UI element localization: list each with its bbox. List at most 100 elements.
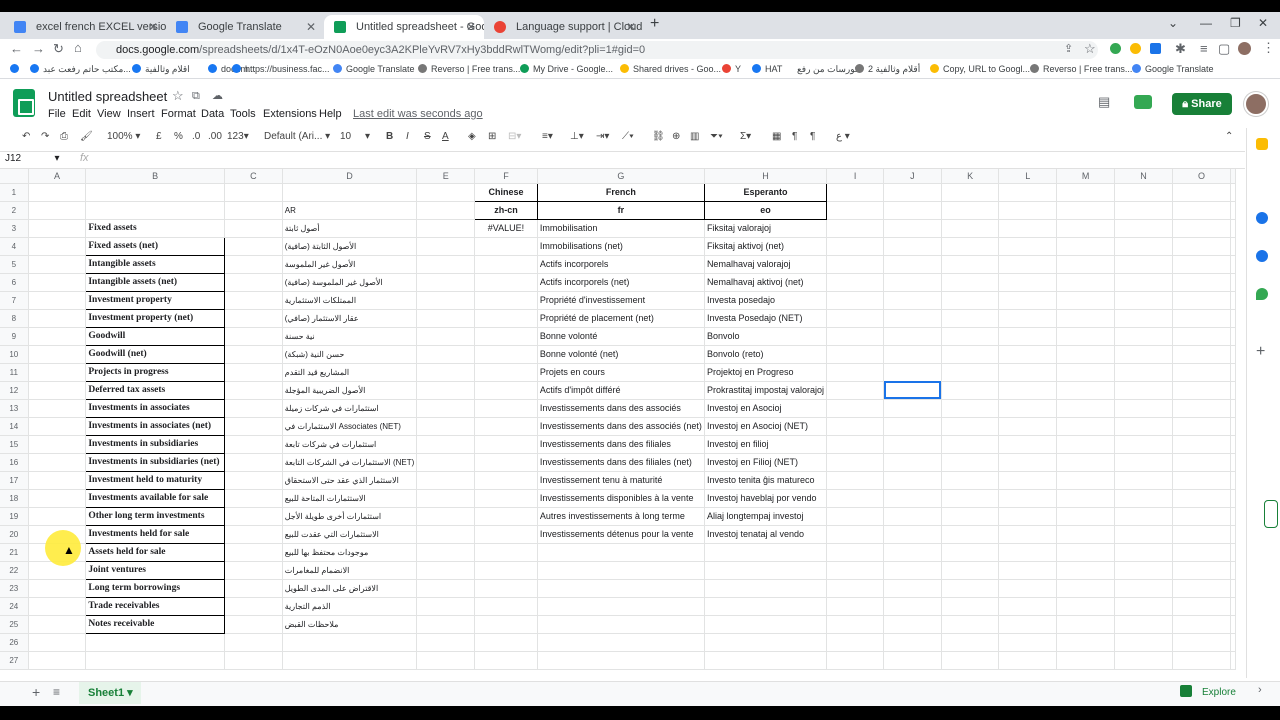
cell-f3[interactable]: #VALUE! — [474, 219, 538, 238]
cell-b9[interactable]: Goodwill — [85, 326, 225, 346]
row-header[interactable]: 5 — [0, 255, 29, 274]
cell-b5[interactable]: Intangible assets — [85, 254, 225, 274]
row-header[interactable]: 7 — [0, 291, 29, 310]
cell-i27[interactable] — [826, 651, 885, 670]
cell-f12[interactable] — [474, 381, 538, 400]
cell-b21[interactable]: Assets held for sale — [85, 542, 225, 562]
cell-g21[interactable] — [537, 543, 705, 562]
cell-b10[interactable]: Goodwill (net) — [85, 344, 225, 364]
cell-d2[interactable]: AR — [282, 201, 418, 220]
cell-n17[interactable] — [1114, 471, 1173, 490]
row-header[interactable]: 1 — [0, 183, 29, 202]
cell-d17[interactable]: الاستثمار الذي عقد حتى الاستحقاق — [282, 471, 418, 490]
cell-n24[interactable] — [1114, 597, 1173, 616]
cell-m28[interactable] — [1056, 669, 1116, 670]
cell-k23[interactable] — [941, 579, 1000, 598]
meet-icon[interactable] — [1134, 95, 1152, 109]
cell-k13[interactable] — [941, 399, 1000, 418]
cell-o8[interactable] — [1172, 309, 1232, 328]
cell-c21[interactable] — [224, 543, 283, 562]
comments-icon[interactable]: ▤ — [1098, 94, 1110, 110]
vertical-align-icon[interactable]: ⊥▾ — [570, 131, 584, 142]
cell-m14[interactable] — [1056, 417, 1116, 436]
cell-j15[interactable] — [883, 435, 942, 454]
cell-n25[interactable] — [1114, 615, 1173, 634]
cell-k5[interactable] — [941, 255, 1000, 274]
address-bar[interactable]: docs.google.com/spreadsheets/d/1x4T-eOzN… — [96, 41, 1098, 59]
cell-i8[interactable] — [826, 309, 885, 328]
cell-n28[interactable] — [1114, 669, 1173, 670]
extension-icon[interactable] — [1130, 43, 1141, 54]
cell-k10[interactable] — [941, 345, 1000, 364]
last-edit-link[interactable]: Last edit was seconds ago — [353, 108, 483, 120]
new-tab-button[interactable]: + — [650, 15, 659, 33]
cell-o14[interactable] — [1172, 417, 1232, 436]
contacts-icon[interactable] — [1256, 250, 1268, 262]
cell-d14[interactable]: الاستثمارات في Associates (NET) — [282, 417, 418, 436]
cell-l16[interactable] — [998, 453, 1058, 472]
cell-n5[interactable] — [1114, 255, 1173, 274]
cell-e26[interactable] — [416, 633, 476, 652]
bookmark-item[interactable]: Reverso | Free trans... — [1030, 64, 1132, 74]
paint-format-icon[interactable]: 🖌︎ — [80, 131, 93, 142]
cell-c9[interactable] — [224, 327, 283, 346]
cell-d25[interactable]: ملاحظات القبض — [282, 615, 418, 634]
cell-h8[interactable]: Investa Posedajo (NET) — [704, 309, 827, 328]
cell-j25[interactable] — [883, 615, 942, 634]
cell-e25[interactable] — [416, 615, 476, 634]
cell-h19[interactable]: Aliaj longtempaj investoj — [704, 507, 827, 526]
cell-c8[interactable] — [224, 309, 283, 328]
cell-o17[interactable] — [1172, 471, 1232, 490]
cell-i4[interactable] — [826, 237, 885, 256]
cell-n27[interactable] — [1114, 651, 1173, 670]
cell-b25[interactable]: Notes receivable — [85, 614, 225, 634]
cell-a26[interactable] — [28, 633, 87, 652]
cell-a14[interactable] — [28, 417, 87, 436]
cell-m26[interactable] — [1056, 633, 1116, 652]
cell-f28[interactable] — [474, 669, 538, 670]
cell-k14[interactable] — [941, 417, 1000, 436]
cell-m13[interactable] — [1056, 399, 1116, 418]
cell-b28[interactable] — [85, 669, 225, 670]
cell-h27[interactable] — [704, 651, 827, 670]
cell-k22[interactable] — [941, 561, 1000, 580]
cell-g3[interactable]: Immobilisation — [537, 219, 705, 238]
cell-i2[interactable] — [826, 201, 885, 220]
column-header-a[interactable]: A — [28, 169, 87, 184]
bookmark-item[interactable]: اقلام وثالفية — [132, 64, 190, 75]
collapse-panel-icon[interactable]: › — [1258, 684, 1262, 696]
cell-o15[interactable] — [1172, 435, 1232, 454]
close-icon[interactable]: ✕ — [626, 15, 636, 39]
cell-j6[interactable] — [883, 273, 942, 292]
cell-b8[interactable]: Investment property (net) — [85, 308, 225, 328]
cell-d11[interactable]: المشاريع قيد التقدم — [282, 363, 418, 382]
cell-c11[interactable] — [224, 363, 283, 382]
cell-o28[interactable] — [1172, 669, 1232, 670]
cell-f27[interactable] — [474, 651, 538, 670]
cell-h18[interactable]: Investoj haveblaj por vendo — [704, 489, 827, 508]
cell-j14[interactable] — [883, 417, 942, 436]
freeze-icon[interactable]: ▦ — [772, 131, 781, 142]
cell-k9[interactable] — [941, 327, 1000, 346]
cell-n6[interactable] — [1114, 273, 1173, 292]
text-rotation-icon[interactable]: ⟋▾ — [622, 131, 634, 142]
cell-e3[interactable] — [416, 219, 476, 238]
cell-n20[interactable] — [1114, 525, 1173, 544]
cell-b15[interactable]: Investments in subsidiaries — [85, 434, 225, 454]
cell-e14[interactable] — [416, 417, 476, 436]
cell-l14[interactable] — [998, 417, 1058, 436]
cell-l22[interactable] — [998, 561, 1058, 580]
cell-j21[interactable] — [883, 543, 942, 562]
move-folder-icon[interactable]: ⧉ — [192, 90, 200, 103]
bookmark-item[interactable]: Copy, URL to Googl... — [930, 64, 1030, 74]
cell-m12[interactable] — [1056, 381, 1116, 400]
cell-k28[interactable] — [941, 669, 1000, 670]
cell-h4[interactable]: Fiksitaj aktivoj (net) — [704, 237, 827, 256]
cell-n14[interactable] — [1114, 417, 1173, 436]
cell-d3[interactable]: أصول ثابتة — [282, 219, 418, 238]
more-formats-select[interactable]: 123▾ — [227, 131, 249, 142]
cell-c16[interactable] — [224, 453, 283, 472]
fill-color-icon[interactable]: ◈ — [468, 131, 476, 142]
merge-cells-icon[interactable]: ⊟▾ — [508, 131, 521, 142]
bookmark-item[interactable]: Google Translate — [1132, 64, 1214, 74]
